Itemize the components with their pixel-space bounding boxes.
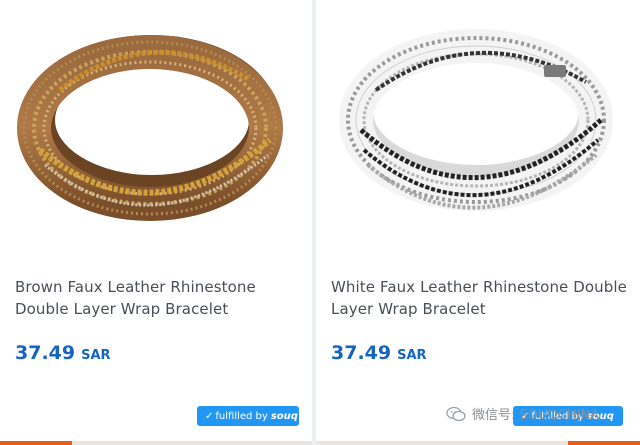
wechat-icon <box>446 406 466 421</box>
product-title[interactable]: White Faux Leather Rhinestone Double Lay… <box>331 276 631 320</box>
product-title[interactable]: Brown Faux Leather Rhinestone Double Lay… <box>15 276 305 320</box>
product-price: 37.49 SAR <box>331 342 427 364</box>
price-currency: SAR <box>81 348 111 363</box>
product-card-brown-bracelet[interactable]: Brown Faux Leather Rhinestone Double Lay… <box>0 0 312 445</box>
badge-label: fulfilled by <box>215 410 268 422</box>
check-icon: ✓ <box>205 410 214 422</box>
card-bottom-border <box>316 441 640 445</box>
card-accent-bar <box>0 441 72 445</box>
product-grid: Brown Faux Leather Rhinestone Double Lay… <box>0 0 640 445</box>
product-price: 37.49 SAR <box>15 342 111 364</box>
product-title-line[interactable]: Layer Wrap Bracelet <box>331 298 631 320</box>
price-amount: 37.49 <box>15 342 76 364</box>
wechat-watermark: 微信号: SOUQCHINA <box>446 404 599 423</box>
product-image-brown-bracelet[interactable] <box>0 0 312 250</box>
product-title-line[interactable]: Double Layer Wrap Bracelet <box>15 298 305 320</box>
product-image-white-bracelet[interactable] <box>316 0 640 250</box>
fulfilled-by-souq-badge: ✓ fulfilled by souq <box>197 406 299 426</box>
souq-logo: souq <box>270 410 298 422</box>
product-card-white-bracelet[interactable]: White Faux Leather Rhinestone Double Lay… <box>316 0 640 445</box>
price-amount: 37.49 <box>331 342 392 364</box>
card-accent-bar <box>568 441 640 445</box>
product-title-line[interactable]: Brown Faux Leather Rhinestone <box>15 276 305 298</box>
watermark-text: 微信号: SOUQCHINA <box>472 408 600 423</box>
price-currency: SAR <box>397 348 427 363</box>
card-bottom-border <box>0 441 312 445</box>
product-title-line[interactable]: White Faux Leather Rhinestone Double <box>331 276 631 298</box>
